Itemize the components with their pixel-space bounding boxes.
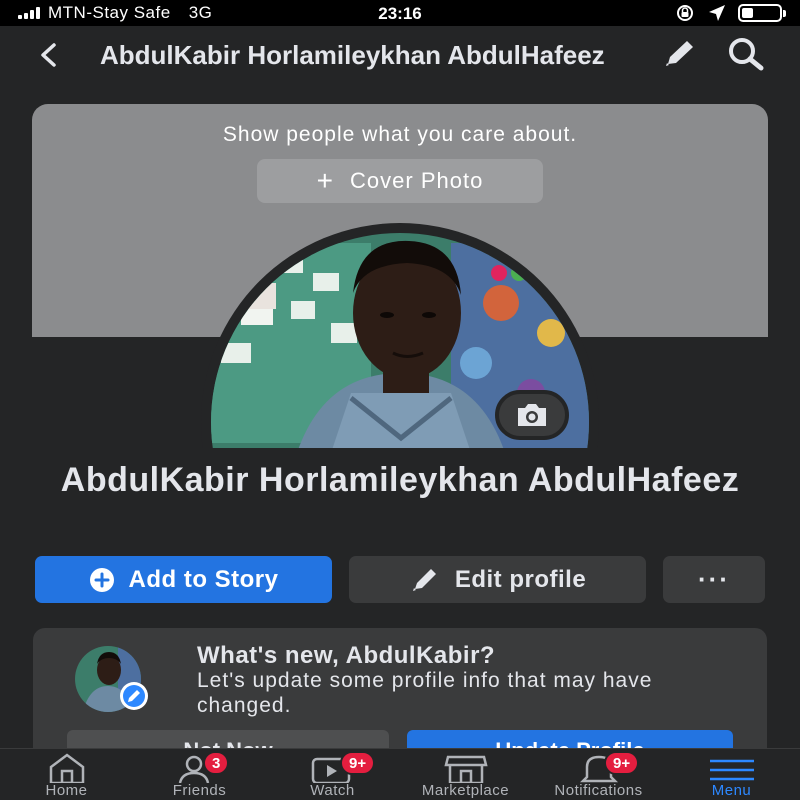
battery-level [742, 8, 753, 18]
add-to-story-button[interactable]: Add to Story [35, 556, 332, 603]
card-body: Let's update some profile info that may … [197, 669, 653, 717]
pencil-icon [409, 567, 441, 593]
add-to-story-label: Add to Story [128, 565, 279, 593]
friends-badge: 3 [203, 751, 230, 775]
status-bar: MTN-Stay Safe 3G 23:16 [0, 0, 800, 26]
menu-icon [709, 759, 754, 781]
card-title: What's new, AbdulKabir? [197, 642, 496, 669]
plus-icon: + [316, 165, 335, 196]
tab-label: Home [45, 782, 88, 799]
tab-label: Marketplace [421, 782, 510, 799]
network-type: 3G [188, 3, 213, 22]
change-profile-photo-button[interactable] [495, 390, 569, 440]
tab-label: Menu [711, 782, 752, 799]
home-icon [49, 753, 84, 783]
tab-menu[interactable]: Menu [665, 749, 798, 800]
more-options-button[interactable]: ··· [663, 556, 765, 603]
battery-icon [738, 4, 786, 22]
bottom-tab-bar: Home 3 Friends 9+ Watch Marketplace 9+ N… [0, 748, 800, 800]
search-icon[interactable] [724, 36, 768, 72]
nav-title: AbdulKabir Horlamileykhan AbdulHafeez [100, 40, 605, 70]
camera-icon [518, 404, 546, 426]
profile-name: AbdulKabir Horlamileykhan AbdulHafeez [60, 461, 740, 499]
cover-button-label: Cover Photo [350, 168, 484, 193]
location-icon [709, 5, 725, 21]
notifications-badge: 9+ [604, 751, 640, 775]
carrier-name: MTN-Stay Safe [48, 3, 171, 22]
signal-strength-icon [18, 7, 40, 19]
marketplace-icon [443, 755, 488, 783]
status-icons [674, 4, 786, 22]
more-label: ··· [698, 564, 730, 594]
tab-watch[interactable]: 9+ Watch [266, 749, 399, 800]
add-cover-photo-button[interactable]: + Cover Photo [257, 159, 543, 203]
card-avatar [75, 646, 148, 712]
tab-notifications[interactable]: 9+ Notifications [532, 749, 665, 800]
plus-circle-icon [89, 567, 115, 593]
pencil-icon[interactable] [660, 38, 700, 70]
tab-home[interactable]: Home [0, 749, 133, 800]
edit-profile-label: Edit profile [454, 565, 587, 593]
tab-marketplace[interactable]: Marketplace [399, 749, 532, 800]
whats-new-card: What's new, AbdulKabir? Let's update som… [33, 628, 767, 758]
edit-profile-button[interactable]: Edit profile [349, 556, 646, 603]
rotation-lock-icon [677, 5, 693, 21]
top-nav-bar: AbdulKabir Horlamileykhan AbdulHafeez [0, 26, 800, 84]
tab-label: Watch [310, 782, 355, 799]
tab-label: Friends [172, 782, 227, 799]
watch-badge: 9+ [340, 751, 376, 775]
profile-content: Show people what you care about. + Cover… [0, 84, 800, 758]
chevron-left-icon[interactable] [34, 40, 64, 70]
tab-friends[interactable]: 3 Friends [133, 749, 266, 800]
cover-prompt: Show people what you care about. [222, 123, 578, 146]
tab-label: Notifications [554, 782, 643, 799]
